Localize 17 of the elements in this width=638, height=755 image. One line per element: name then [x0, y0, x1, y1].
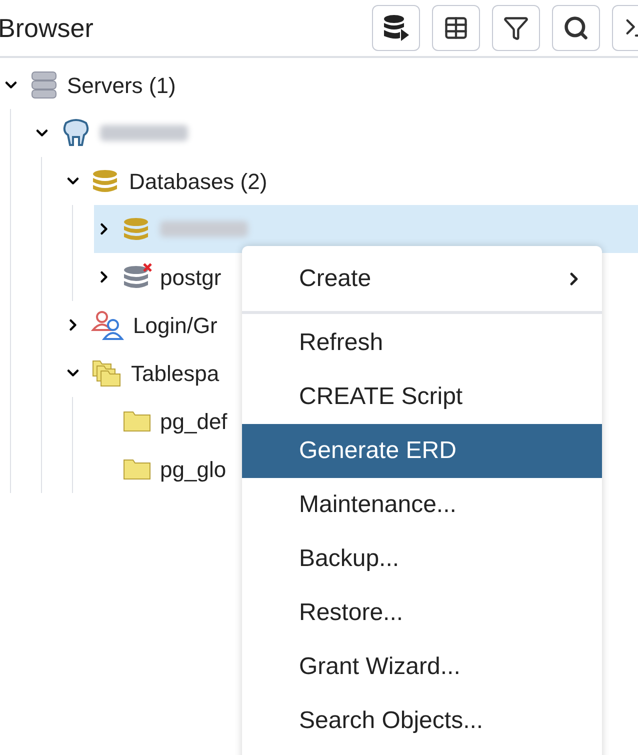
menu-label: Generate ERD — [299, 436, 456, 466]
tree-label: Databases (2) — [129, 168, 268, 196]
menu-label: Create — [299, 264, 372, 294]
tree-label: pg_def — [160, 408, 228, 436]
menu-label: Backup... — [299, 544, 400, 574]
menu-label: Refresh — [299, 328, 384, 358]
tree-label: postgr — [160, 264, 222, 292]
tree-label: Login/Gr — [133, 312, 218, 340]
tree-label: Servers (1) — [67, 72, 176, 100]
menu-label: Restore... — [299, 598, 404, 628]
menu-label: Search Objects... — [299, 706, 484, 736]
menu-label: Maintenance... — [299, 490, 456, 520]
tree-label: pg_glo — [160, 456, 226, 484]
tree-label: Tablespa — [131, 360, 220, 388]
menu-label: Grant Wizard... — [299, 652, 460, 682]
panel-title: Browser — [0, 12, 94, 44]
menu-label: CREATE Script — [299, 382, 463, 412]
